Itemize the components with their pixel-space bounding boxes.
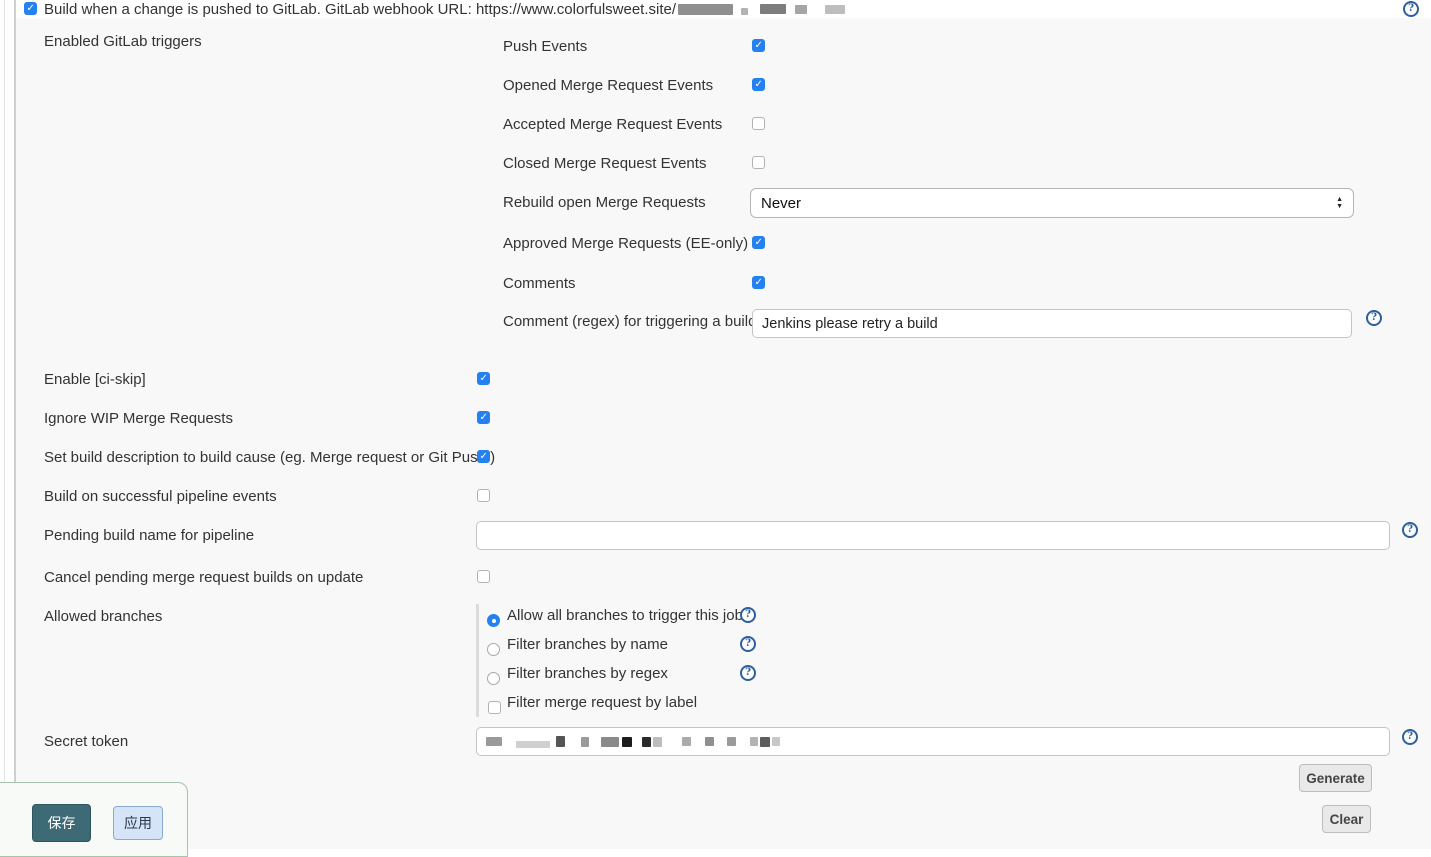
comments-label: Comments: [503, 275, 576, 292]
redacted-text: [741, 8, 748, 15]
push-events-checkbox[interactable]: [752, 39, 765, 52]
redacted-text: [705, 737, 714, 746]
rebuild-open-mr-label: Rebuild open Merge Requests: [503, 194, 706, 211]
comment-regex-input[interactable]: [752, 309, 1352, 338]
indent-line: [4, 0, 5, 849]
filter-branches-name-radio[interactable]: [487, 643, 500, 656]
help-icon[interactable]: ?: [1403, 1, 1419, 17]
push-events-label: Push Events: [503, 38, 587, 55]
build-on-gitlab-push-checkbox[interactable]: [24, 2, 37, 15]
redacted-text: [516, 741, 550, 748]
pipeline-events-checkbox[interactable]: [477, 489, 490, 502]
allow-all-branches-radio[interactable]: [487, 614, 500, 627]
opened-mr-events-label: Opened Merge Request Events: [503, 77, 713, 94]
help-icon[interactable]: ?: [740, 636, 756, 652]
comment-regex-label: Comment (regex) for triggering a build: [503, 313, 756, 330]
redacted-text: [678, 4, 733, 15]
redacted-text: [642, 737, 651, 747]
comments-checkbox[interactable]: [752, 276, 765, 289]
rebuild-open-mr-selected-value: Never: [761, 195, 1336, 212]
filter-merge-label-label: Filter merge request by label: [507, 694, 697, 711]
redacted-text: [760, 737, 770, 747]
redacted-text: [795, 5, 807, 14]
filter-branches-regex-radio[interactable]: [487, 672, 500, 685]
allowed-branches-label: Allowed branches: [44, 608, 162, 625]
pending-build-name-input[interactable]: [476, 521, 1390, 550]
secret-token-label: Secret token: [44, 733, 128, 750]
cancel-pending-label: Cancel pending merge request builds on u…: [44, 569, 363, 586]
secret-token-input[interactable]: [476, 727, 1390, 756]
approved-mr-label: Approved Merge Requests (EE-only): [503, 235, 748, 252]
header-label: Build when a change is pushed to GitLab.…: [44, 1, 676, 18]
apply-button[interactable]: 应用: [113, 806, 163, 840]
approved-mr-checkbox[interactable]: [752, 236, 765, 249]
filter-branches-regex-label: Filter branches by regex: [507, 665, 668, 682]
help-icon[interactable]: ?: [1402, 729, 1418, 745]
help-icon[interactable]: ?: [1366, 310, 1382, 326]
redacted-text: [682, 737, 691, 746]
redacted-text: [486, 737, 502, 746]
redacted-text: [825, 5, 845, 14]
accepted-mr-events-label: Accepted Merge Request Events: [503, 116, 722, 133]
redacted-text: [653, 737, 662, 747]
ci-skip-label: Enable [ci-skip]: [44, 371, 146, 388]
ignore-wip-label: Ignore WIP Merge Requests: [44, 410, 233, 427]
closed-mr-events-label: Closed Merge Request Events: [503, 155, 706, 172]
radio-group-indent-bar: [476, 604, 479, 717]
ignore-wip-checkbox[interactable]: [477, 411, 490, 424]
cancel-pending-checkbox[interactable]: [477, 570, 490, 583]
indent-line: [14, 0, 16, 849]
build-description-label: Set build description to build cause (eg…: [44, 449, 495, 466]
help-icon[interactable]: ?: [740, 607, 756, 623]
redacted-text: [622, 737, 632, 747]
pipeline-events-label: Build on successful pipeline events: [44, 488, 277, 505]
generate-button[interactable]: Generate: [1299, 764, 1372, 792]
pending-build-name-label: Pending build name for pipeline: [44, 527, 254, 544]
redacted-text: [772, 737, 780, 746]
redacted-text: [556, 736, 565, 747]
help-icon[interactable]: ?: [740, 665, 756, 681]
header-label-wrap: Build when a change is pushed to GitLab.…: [44, 0, 845, 18]
config-section-background: [16, 18, 1431, 849]
redacted-text: [750, 737, 758, 746]
closed-mr-events-checkbox[interactable]: [752, 156, 765, 169]
allow-all-branches-label: Allow all branches to trigger this job: [507, 607, 743, 624]
clear-button[interactable]: Clear: [1322, 805, 1371, 833]
accepted-mr-events-checkbox[interactable]: [752, 117, 765, 130]
help-icon[interactable]: ?: [1402, 522, 1418, 538]
redacted-text: [581, 737, 589, 747]
rebuild-open-mr-select[interactable]: Never ▲▼: [750, 188, 1354, 218]
save-apply-panel: 保存 应用: [0, 782, 188, 857]
redacted-text: [760, 4, 786, 14]
opened-mr-events-checkbox[interactable]: [752, 78, 765, 91]
ci-skip-checkbox[interactable]: [477, 372, 490, 385]
build-description-checkbox[interactable]: [477, 450, 490, 463]
enabled-triggers-label: Enabled GitLab triggers: [44, 33, 202, 50]
filter-merge-label-checkbox[interactable]: [488, 701, 501, 714]
select-arrows-icon: ▲▼: [1336, 197, 1343, 210]
redacted-text: [727, 737, 736, 746]
filter-branches-name-label: Filter branches by name: [507, 636, 668, 653]
save-button[interactable]: 保存: [32, 804, 91, 842]
redacted-text: [601, 737, 619, 747]
